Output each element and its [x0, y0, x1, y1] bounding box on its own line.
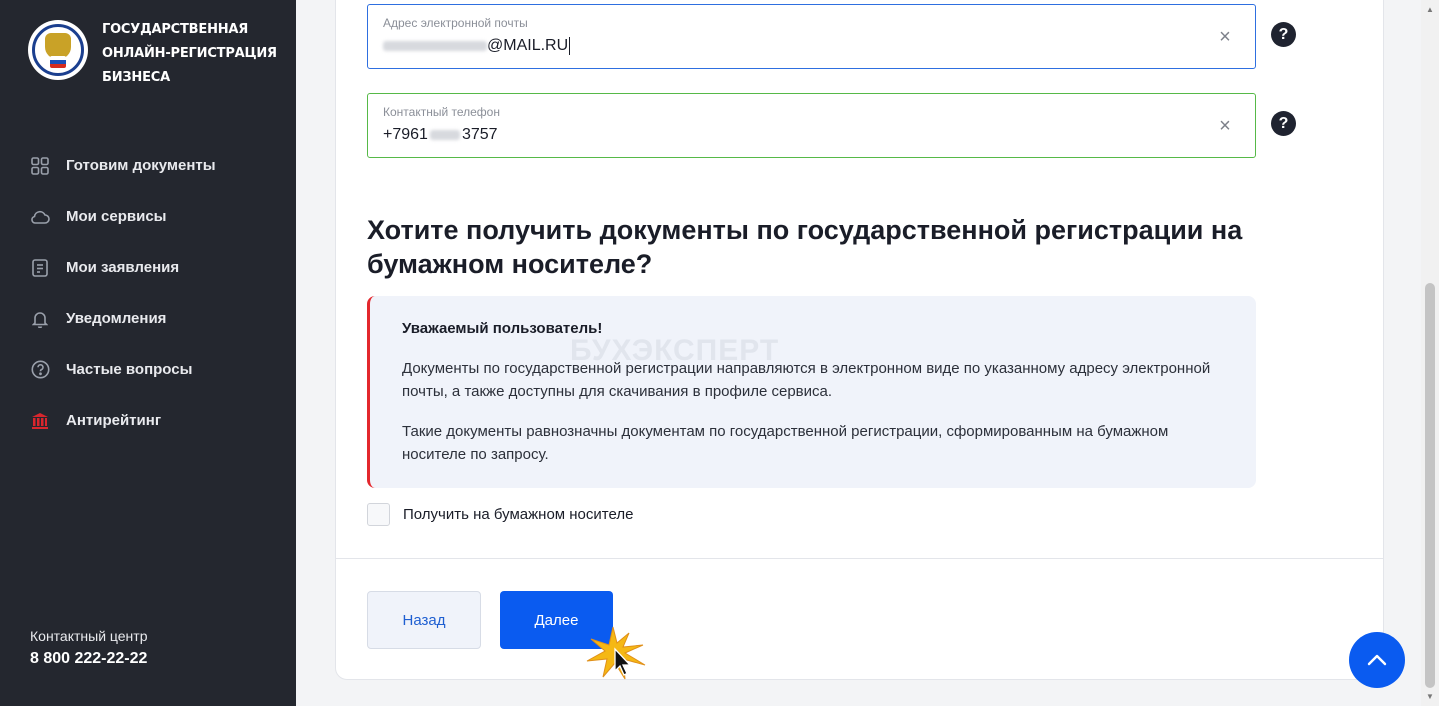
question-circle-icon — [28, 358, 52, 382]
divider — [336, 558, 1383, 559]
sidebar-item-label: Антирейтинг — [66, 412, 162, 429]
mouse-cursor-icon — [586, 626, 646, 680]
sidebar: ГОСУДАРСТВЕННАЯ ОНЛАЙН-РЕГИСТРАЦИЯ БИЗНЕ… — [0, 0, 296, 706]
sidebar-item-notifications[interactable]: Уведомления — [28, 293, 216, 344]
phone-field-label: Контактный телефон — [383, 105, 500, 119]
chevron-up-icon — [1367, 654, 1387, 666]
logo-text: ГОСУДАРСТВЕННАЯ ОНЛАЙН-РЕГИСТРАЦИЯ БИЗНЕ… — [102, 18, 277, 90]
sidebar-item-label: Уведомления — [66, 310, 167, 327]
sidebar-item-label: Готовим документы — [66, 157, 216, 174]
clear-phone-icon[interactable]: × — [1217, 116, 1233, 136]
email-field-value[interactable]: @MAIL.RU — [383, 37, 571, 55]
bell-icon — [28, 307, 52, 331]
paper-copy-checkbox[interactable]: Получить на бумажном носителе — [367, 503, 633, 526]
phone-field-value[interactable]: +7961 3757 — [383, 126, 498, 144]
phone-suffix: 3757 — [461, 126, 498, 143]
sidebar-item-applications[interactable]: Мои заявления — [28, 242, 216, 293]
grid-icon — [28, 154, 52, 178]
sidebar-item-documents[interactable]: Готовим документы — [28, 140, 216, 191]
redacted-text — [383, 41, 487, 51]
logo[interactable]: ГОСУДАРСТВЕННАЯ ОНЛАЙН-РЕГИСТРАЦИЯ БИЗНЕ… — [28, 20, 277, 90]
sidebar-nav: Готовим документы Мои сервисы Мои заявле… — [28, 140, 216, 446]
phone-field[interactable]: Контактный телефон +7961 3757 × — [367, 93, 1256, 158]
sidebar-item-antirating[interactable]: Антирейтинг — [28, 395, 216, 446]
logo-line-1: ГОСУДАРСТВЕННАЯ — [102, 22, 249, 37]
text-caret — [569, 37, 571, 55]
checkbox-label[interactable]: Получить на бумажном носителе — [403, 506, 633, 523]
notice-paragraph-1: Документы по государственной регистрации… — [402, 360, 1211, 400]
info-notice: Уважаемый пользователь! Документы по гос… — [367, 296, 1256, 488]
email-field[interactable]: Адрес электронной почты @MAIL.RU × — [367, 4, 1256, 69]
contact-title: Контактный центр — [30, 628, 148, 644]
phone-help-icon[interactable]: ? — [1271, 111, 1296, 136]
cloud-icon — [28, 205, 52, 229]
sidebar-item-label: Частые вопросы — [66, 361, 193, 378]
sidebar-item-services[interactable]: Мои сервисы — [28, 191, 216, 242]
back-button[interactable]: Назад — [367, 591, 481, 649]
watermark: БУХЭКСПЕРТ — [570, 334, 780, 367]
phone-prefix: +7961 — [383, 126, 428, 143]
logo-line-3: БИЗНЕСА — [102, 70, 170, 85]
clear-email-icon[interactable]: × — [1217, 27, 1233, 47]
building-icon — [28, 409, 52, 433]
page-scrollbar[interactable]: ▲ ▼ — [1421, 0, 1439, 706]
logo-line-2: ОНЛАЙН-РЕГИСТРАЦИЯ — [102, 46, 277, 61]
checkbox-box[interactable] — [367, 503, 390, 526]
sidebar-item-faq[interactable]: Частые вопросы — [28, 344, 216, 395]
section-heading: Хотите получить документы по государстве… — [367, 215, 1243, 279]
email-help-icon[interactable]: ? — [1271, 22, 1296, 47]
email-field-label: Адрес электронной почты — [383, 16, 528, 30]
document-icon — [28, 256, 52, 280]
sidebar-item-label: Мои сервисы — [66, 208, 167, 225]
scroll-down-arrow-icon[interactable]: ▼ — [1426, 692, 1434, 701]
scrollbar-thumb[interactable] — [1425, 283, 1435, 688]
notice-paragraph-2: Такие документы равнозначны документам п… — [402, 423, 1169, 463]
sidebar-item-label: Мои заявления — [66, 259, 180, 276]
scroll-to-top-button[interactable] — [1349, 632, 1405, 688]
scroll-up-arrow-icon[interactable]: ▲ — [1426, 5, 1434, 14]
fns-emblem-icon — [28, 20, 88, 80]
contact-center: Контактный центр 8 800 222-22-22 — [30, 628, 148, 668]
email-domain: @MAIL.RU — [487, 37, 569, 54]
contact-phone[interactable]: 8 800 222-22-22 — [30, 650, 148, 668]
redacted-text — [429, 130, 460, 140]
